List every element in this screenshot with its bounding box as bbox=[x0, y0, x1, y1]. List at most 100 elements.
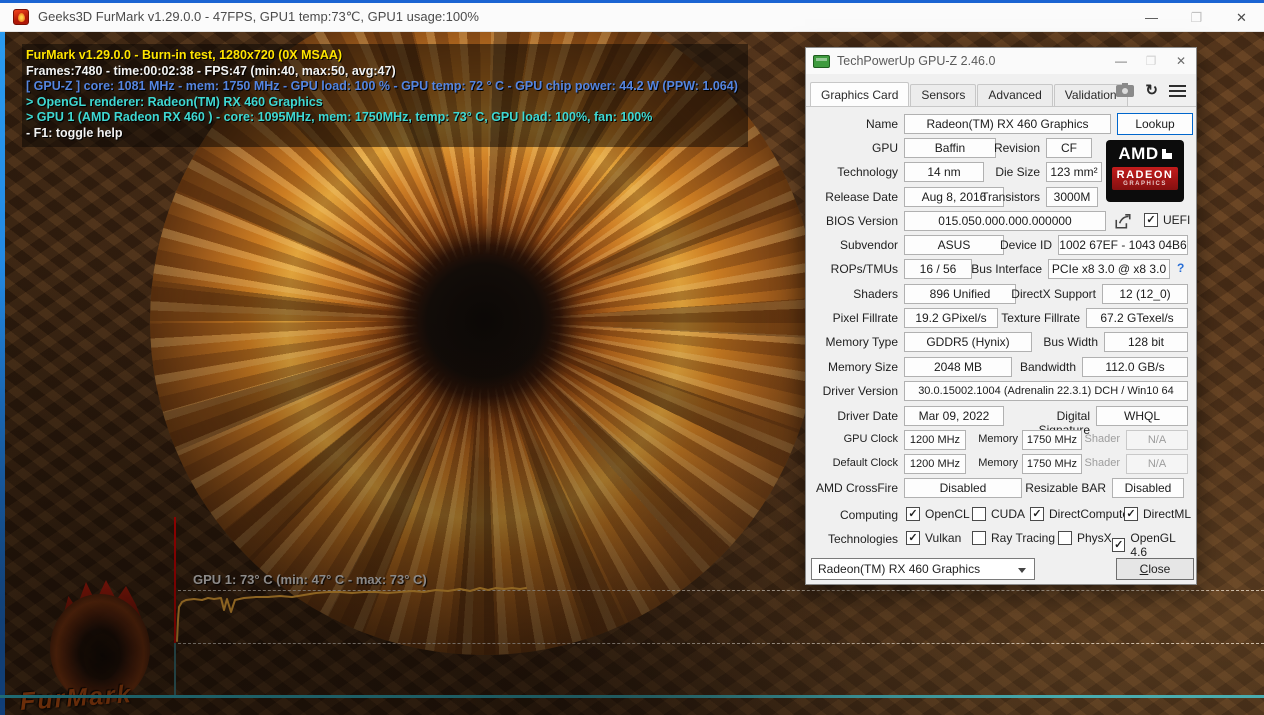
tab-graphics-card[interactable]: Graphics Card bbox=[810, 82, 909, 106]
gpu-clock-shader-value: N/A bbox=[1126, 430, 1188, 450]
refresh-icon[interactable]: ↻ bbox=[1145, 85, 1158, 97]
render-border-left bbox=[0, 32, 5, 715]
gpu-clock-label: GPU Clock bbox=[814, 433, 898, 445]
crossfire-label: AMD CrossFire bbox=[814, 481, 898, 495]
vulkan-checkbox[interactable]: ✓ bbox=[906, 531, 920, 545]
tab-sensors[interactable]: Sensors bbox=[910, 84, 976, 106]
gpuz-close-icon[interactable]: ✕ bbox=[1166, 48, 1196, 74]
ray-tracing-checkbox[interactable] bbox=[972, 531, 986, 545]
bandwidth-label: Bandwidth bbox=[1014, 360, 1076, 374]
die-size-value: 123 mm² bbox=[1046, 162, 1102, 182]
texture-fillrate-label: Texture Fillrate bbox=[998, 311, 1080, 325]
bus-width-label: Bus Width bbox=[1036, 335, 1098, 349]
texture-fillrate-value: 67.2 GTexel/s bbox=[1086, 308, 1188, 328]
gpuz-minimize-icon[interactable]: — bbox=[1106, 48, 1136, 74]
technology-label: Technology bbox=[814, 165, 898, 179]
device-id-label: Device ID bbox=[964, 238, 1052, 252]
furmark-titlebar[interactable]: Geeks3D FurMark v1.29.0.0 - 47FPS, GPU1 … bbox=[0, 3, 1264, 32]
card-select-value: Radeon(TM) RX 460 Graphics bbox=[818, 562, 980, 576]
furmark-window-title: Geeks3D FurMark v1.29.0.0 - 47FPS, GPU1 … bbox=[38, 9, 479, 25]
opencl-checkbox[interactable]: ✓ bbox=[906, 507, 920, 521]
bus-interface-help-icon[interactable]: ? bbox=[1177, 261, 1184, 275]
ray-tracing-label: Ray Tracing bbox=[991, 531, 1055, 545]
subvendor-label: Subvendor bbox=[814, 238, 898, 252]
directcompute-checkbox[interactable]: ✓ bbox=[1030, 507, 1044, 521]
close-icon[interactable]: ✕ bbox=[1219, 3, 1264, 32]
osd-overlay: FurMark v1.29.0.0 - Burn-in test, 1280x7… bbox=[22, 44, 748, 147]
driver-version-label: Driver Version bbox=[814, 384, 898, 398]
default-clock-memory-value: 1750 MHz bbox=[1022, 454, 1082, 474]
gpuz-window-title: TechPowerUp GPU-Z 2.46.0 bbox=[837, 54, 995, 68]
tab-advanced[interactable]: Advanced bbox=[977, 84, 1052, 106]
shaders-label: Shaders bbox=[814, 287, 898, 301]
osd-line-frames: Frames:7480 - time:00:02:38 - FPS:47 (mi… bbox=[26, 64, 738, 80]
directml-label: DirectML bbox=[1143, 507, 1191, 521]
directx-label: DirectX Support bbox=[994, 287, 1096, 301]
name-label: Name bbox=[814, 117, 898, 131]
bios-label: BIOS Version bbox=[814, 214, 898, 228]
memory-type-value: GDDR5 (Hynix) bbox=[904, 332, 1032, 352]
pixel-fillrate-value: 19.2 GPixel/s bbox=[904, 308, 998, 328]
physx-label: PhysX bbox=[1077, 531, 1112, 545]
chevron-down-icon bbox=[1018, 568, 1026, 573]
gpuz-tabbar: Graphics Card Sensors Advanced Validatio… bbox=[810, 82, 1129, 106]
default-clock-value: 1200 MHz bbox=[904, 454, 966, 474]
revision-label: Revision bbox=[954, 141, 1040, 155]
directcompute-label: DirectCompute bbox=[1049, 507, 1129, 521]
name-value: Radeon(TM) RX 460 Graphics bbox=[904, 114, 1111, 134]
gpuz-titlebar[interactable]: TechPowerUp GPU-Z 2.46.0 — ❐ ✕ bbox=[806, 48, 1196, 74]
opencl-label: OpenCL bbox=[925, 507, 970, 521]
amd-wordmark: AMD bbox=[1118, 144, 1158, 164]
gpu-clock-shader-label: Shader bbox=[1080, 433, 1120, 445]
revision-value: CF bbox=[1046, 138, 1092, 158]
gpuz-window: TechPowerUp GPU-Z 2.46.0 — ❐ ✕ Graphics … bbox=[805, 47, 1197, 585]
default-clock-memory-label: Memory bbox=[972, 457, 1018, 469]
gpu-clock-memory-value: 1750 MHz bbox=[1022, 430, 1082, 450]
memory-size-value: 2048 MB bbox=[904, 357, 1012, 377]
cuda-label: CUDA bbox=[991, 507, 1025, 521]
osd-line-gpuz: [ GPU-Z ] core: 1081 MHz - mem: 1750 MHz… bbox=[26, 79, 738, 95]
close-button[interactable]: Close bbox=[1116, 558, 1194, 580]
opengl-checkbox[interactable]: ✓ bbox=[1112, 538, 1125, 552]
pixel-fillrate-label: Pixel Fillrate bbox=[814, 311, 898, 325]
opengl-label: OpenGL 4.6 bbox=[1130, 531, 1192, 559]
osd-line-help: - F1: toggle help bbox=[26, 126, 738, 142]
bus-width-value: 128 bit bbox=[1104, 332, 1188, 352]
amd-arrow-mark bbox=[1162, 149, 1172, 159]
crossfire-value: Disabled bbox=[904, 478, 1022, 498]
directml-checkbox[interactable]: ✓ bbox=[1124, 507, 1138, 521]
bus-interface-label: Bus Interface bbox=[964, 262, 1042, 276]
bios-value: 015.050.000.000.000000 bbox=[904, 211, 1106, 231]
gpu-label: GPU bbox=[814, 141, 898, 155]
memory-type-label: Memory Type bbox=[814, 335, 898, 349]
resizable-bar-label: Resizable BAR bbox=[1024, 481, 1106, 495]
uefi-label: UEFI bbox=[1163, 213, 1190, 227]
device-id-value: 1002 67EF - 1043 04B6 bbox=[1058, 235, 1188, 255]
rops-tmus-value: 16 / 56 bbox=[904, 259, 972, 279]
driver-date-value: Mar 09, 2022 bbox=[904, 406, 1004, 426]
technologies-label: Technologies bbox=[814, 532, 898, 546]
release-date-label: Release Date bbox=[814, 190, 898, 204]
physx-checkbox[interactable] bbox=[1058, 531, 1072, 545]
driver-date-label: Driver Date bbox=[814, 409, 898, 423]
memory-size-label: Memory Size bbox=[814, 360, 898, 374]
furmark-app-icon bbox=[13, 9, 29, 25]
default-clock-label: Default Clock bbox=[814, 457, 898, 469]
default-clock-shader-value: N/A bbox=[1126, 454, 1188, 474]
transistors-label: Transistors bbox=[964, 190, 1040, 204]
digital-signature-value: WHQL bbox=[1096, 406, 1188, 426]
card-select-dropdown[interactable]: Radeon(TM) RX 460 Graphics bbox=[811, 558, 1035, 580]
uefi-checkbox[interactable]: ✓ bbox=[1144, 213, 1158, 227]
gpu-clock-value: 1200 MHz bbox=[904, 430, 966, 450]
osd-line-gpu1: > GPU 1 (AMD Radeon RX 460 ) - core: 109… bbox=[26, 110, 738, 126]
gpu-temp-graph-line bbox=[170, 552, 530, 652]
maximize-icon[interactable]: ❐ bbox=[1174, 3, 1219, 32]
screenshot-camera-icon[interactable] bbox=[1116, 85, 1134, 97]
osd-line-title: FurMark v1.29.0.0 - Burn-in test, 1280x7… bbox=[26, 48, 738, 64]
lookup-button[interactable]: Lookup bbox=[1117, 113, 1193, 135]
osd-line-renderer: > OpenGL renderer: Radeon(TM) RX 460 Gra… bbox=[26, 95, 738, 111]
hamburger-menu-icon[interactable] bbox=[1169, 85, 1186, 97]
bios-share-icon[interactable] bbox=[1114, 212, 1132, 233]
minimize-icon[interactable]: — bbox=[1129, 3, 1174, 32]
cuda-checkbox[interactable] bbox=[972, 507, 986, 521]
